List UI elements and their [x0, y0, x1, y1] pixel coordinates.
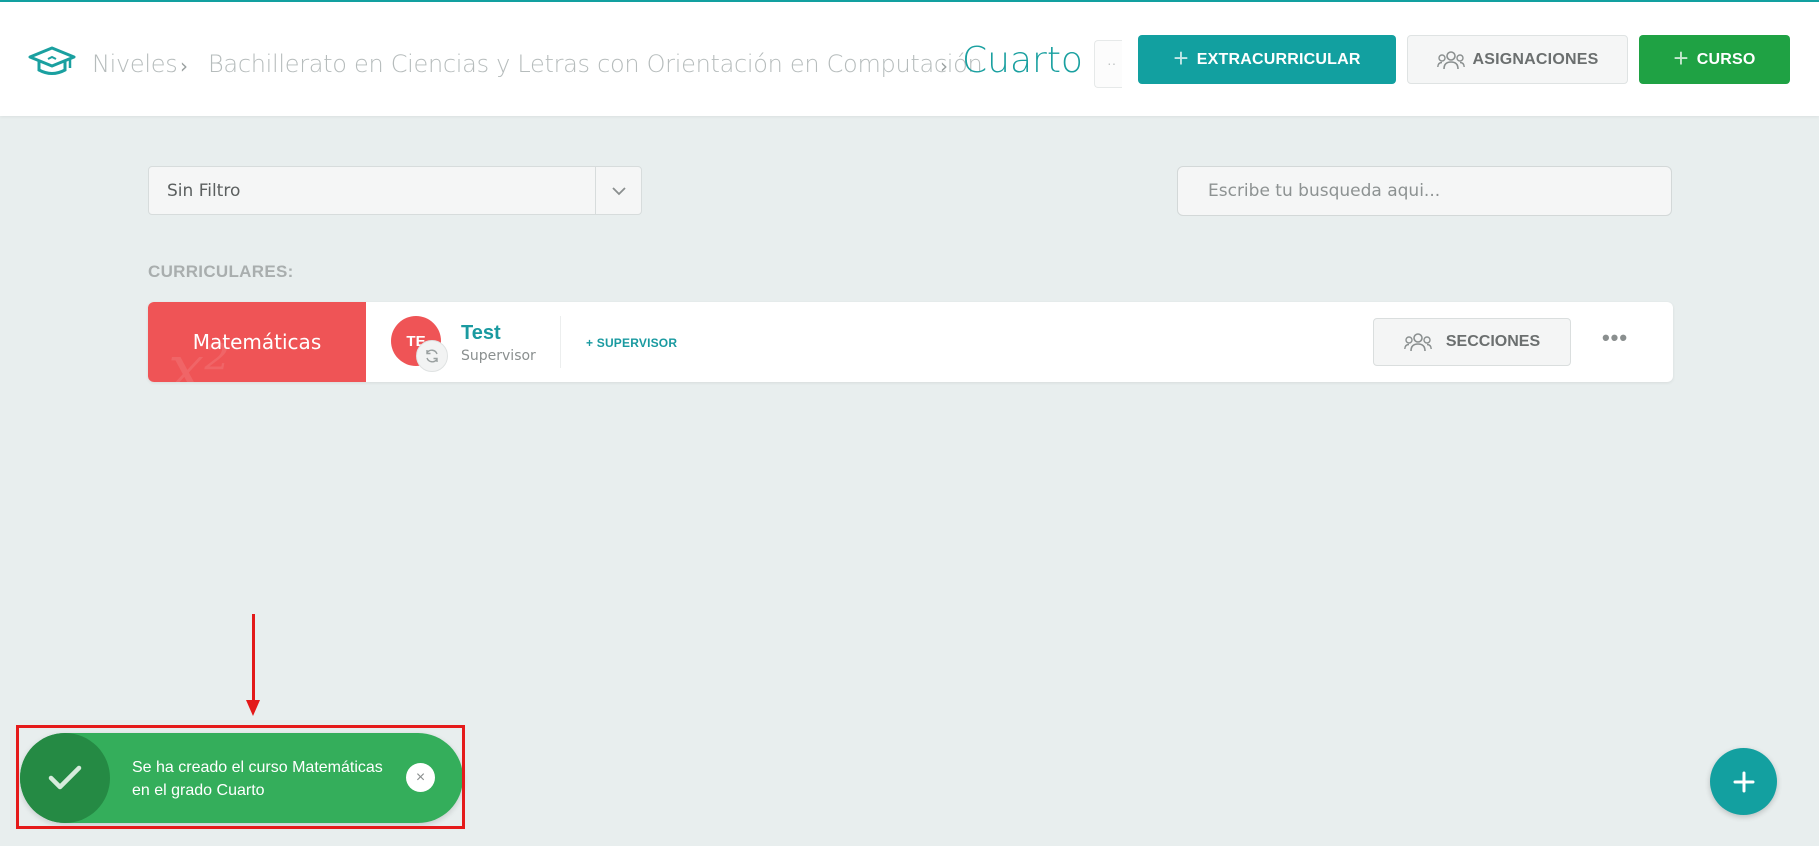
asignaciones-label: ASIGNACIONES — [1472, 50, 1599, 68]
breadcrumb-niveles[interactable]: Niveles — [92, 50, 178, 78]
curso-label: CURSO — [1696, 50, 1756, 68]
annotation-arrow-head — [246, 700, 260, 716]
plus-icon — [1733, 771, 1754, 792]
supervisor-role: Supervisor — [461, 348, 536, 364]
filter-select[interactable]: Sin Filtro — [148, 166, 642, 215]
breadcrumb-bachillerato[interactable]: Bachillerato en Ciencias y Letras con Or… — [208, 50, 983, 78]
breadcrumb-separator: › — [180, 54, 188, 78]
users-group-icon — [1436, 50, 1465, 69]
chevron-down-icon[interactable] — [607, 180, 631, 202]
floating-add-button[interactable] — [1710, 748, 1777, 815]
plus-icon: + — [1173, 43, 1189, 73]
course-card[interactable]: x² Matemáticas TE Test Supervisor + SUPE… — [148, 302, 1673, 382]
annotation-highlight-box — [16, 725, 465, 829]
secciones-label: SECCIONES — [1445, 333, 1541, 350]
users-group-icon — [1403, 333, 1432, 352]
course-color-block[interactable]: x² Matemáticas — [148, 302, 366, 382]
add-curso-button[interactable]: + CURSO — [1639, 35, 1790, 84]
page-header: Niveles › Bachillerato en Ciencias y Let… — [0, 2, 1819, 116]
sync-icon[interactable] — [416, 340, 448, 372]
graduation-cap-icon — [28, 46, 76, 75]
breadcrumb-current-grade: Cuarto — [962, 40, 1083, 81]
card-divider — [560, 316, 561, 368]
annotation-arrow-line — [252, 614, 255, 710]
breadcrumb-separator: › — [940, 54, 948, 78]
add-supervisor-link[interactable]: + SUPERVISOR — [586, 336, 677, 350]
section-label-curriculares: CURRICULARES: — [148, 262, 294, 281]
course-name: Matemáticas — [192, 330, 322, 354]
add-extracurricular-button[interactable]: + EXTRACURRICULAR — [1138, 35, 1396, 84]
more-options-icon[interactable]: ••• — [1600, 324, 1630, 354]
asignaciones-button[interactable]: ASIGNACIONES — [1407, 35, 1628, 84]
supervisor-name[interactable]: Test — [461, 322, 501, 345]
breadcrumb-overflow-button[interactable]: ·· — [1094, 40, 1122, 88]
search-input[interactable] — [1177, 166, 1672, 216]
plus-icon: + — [1673, 43, 1689, 73]
secciones-button[interactable]: SECCIONES — [1373, 318, 1571, 366]
select-divider — [595, 167, 596, 214]
filter-select-value: Sin Filtro — [167, 181, 241, 201]
extracurricular-label: EXTRACURRICULAR — [1196, 50, 1361, 68]
